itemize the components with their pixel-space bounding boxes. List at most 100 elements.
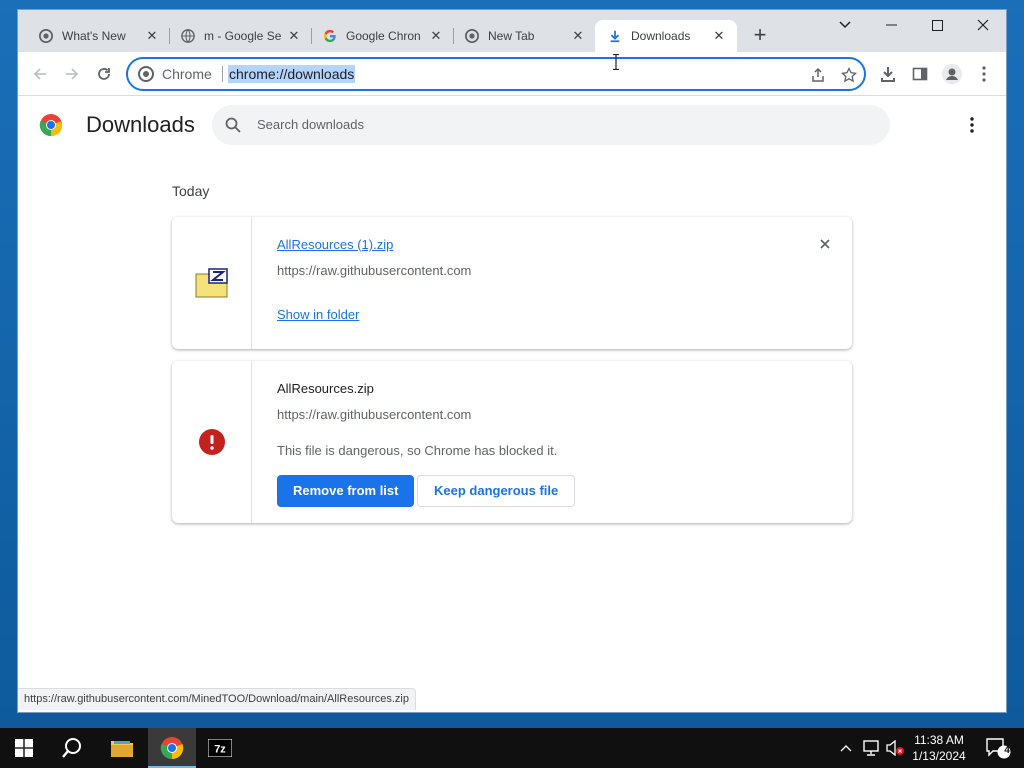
downloads-more-actions-button[interactable] — [962, 115, 982, 135]
close-icon — [820, 239, 830, 249]
download-icon — [607, 28, 623, 44]
system-clock[interactable]: 11:38 AM 1/13/2024 — [904, 732, 974, 764]
file-icon-column — [172, 361, 252, 523]
search-placeholder: Search downloads — [257, 117, 364, 132]
download-source-url: https://raw.githubusercontent.com — [277, 263, 472, 278]
tab-title: New Tab — [488, 29, 535, 43]
7zip-taskbar-button[interactable]: 7z — [196, 728, 244, 768]
link-status-bubble: https://raw.githubusercontent.com/MinedT… — [18, 688, 416, 710]
show-in-folder-link[interactable]: Show in folder — [277, 307, 359, 322]
share-icon — [812, 67, 824, 82]
search-icon — [225, 117, 241, 133]
profile-button[interactable] — [940, 62, 964, 86]
chrome-menu-button[interactable] — [972, 62, 996, 86]
close-tab-icon[interactable]: ✕ — [428, 28, 444, 44]
start-button[interactable] — [0, 728, 48, 768]
download-source-url: https://raw.githubusercontent.com — [277, 407, 472, 422]
minimize-button[interactable] — [868, 10, 914, 40]
forward-arrow-icon — [66, 68, 79, 80]
downloads-toolbar-button[interactable] — [876, 62, 900, 86]
danger-icon — [198, 429, 225, 455]
chevron-up-icon — [840, 745, 852, 752]
avatar-icon — [942, 64, 962, 84]
kebab-menu-icon — [982, 66, 986, 82]
chevron-down-icon — [839, 21, 851, 29]
file-explorer-button[interactable] — [98, 728, 146, 768]
chrome-window: What's New ✕ m - Google Se ✕ Google Chro… — [18, 10, 1006, 712]
chip-divider — [221, 66, 223, 82]
side-panel-button[interactable] — [908, 62, 932, 86]
maximize-button[interactable] — [914, 10, 960, 40]
tab-strip: What's New ✕ m - Google Se ✕ Google Chro… — [18, 10, 1006, 52]
remove-download-button[interactable] — [817, 236, 833, 252]
bookmark-star-button[interactable] — [839, 66, 859, 84]
tab-title: m - Google Se — [204, 29, 282, 43]
chrome-logo-icon — [39, 114, 63, 137]
svg-text:7z: 7z — [214, 744, 226, 756]
date-section-label: Today — [172, 183, 210, 199]
action-center-button[interactable]: 4 — [978, 728, 1018, 768]
file-explorer-icon — [111, 741, 133, 757]
close-tab-icon[interactable]: ✕ — [286, 28, 302, 44]
download-icon — [881, 67, 895, 82]
maximize-icon — [931, 19, 943, 31]
chrome-icon — [38, 28, 54, 44]
remove-from-list-button[interactable]: Remove from list — [277, 475, 415, 507]
share-button[interactable] — [808, 66, 828, 84]
download-item: AllResources (1).zip https://raw.githubu… — [172, 217, 852, 349]
network-tray-button[interactable] — [860, 728, 882, 768]
tab-title: What's New — [62, 29, 126, 43]
kebab-menu-icon — [970, 117, 974, 133]
side-panel-icon — [912, 67, 928, 81]
chrome-icon — [138, 66, 154, 82]
show-hidden-icons-button[interactable] — [836, 728, 856, 768]
download-item-dangerous: AllResources.zip https://raw.githubuserc… — [172, 361, 852, 523]
page-title: Downloads — [86, 112, 195, 137]
close-tab-icon[interactable]: ✕ — [570, 28, 586, 44]
search-icon — [62, 738, 81, 758]
tab-google-search[interactable]: m - Google Se ✕ — [168, 20, 312, 52]
zip-archive-icon — [195, 268, 228, 298]
download-filename: AllResources.zip — [277, 381, 374, 396]
new-tab-button[interactable]: + — [748, 24, 772, 48]
danger-warning-text: This file is dangerous, so Chrome has bl… — [277, 443, 558, 458]
url-text[interactable]: chrome://downloads — [228, 65, 356, 83]
clock-time: 11:38 AM — [914, 733, 964, 747]
keep-dangerous-file-button[interactable]: Keep dangerous file — [417, 475, 576, 507]
volume-tray-button[interactable] — [884, 728, 906, 768]
tab-title: Downloads — [631, 29, 691, 43]
volume-muted-icon — [886, 740, 904, 756]
forward-button[interactable] — [60, 62, 84, 86]
tab-search-button[interactable] — [822, 10, 868, 40]
close-tab-icon[interactable]: ✕ — [144, 28, 160, 44]
downloads-header: Downloads Search downloads — [18, 97, 1006, 153]
address-bar[interactable]: Chrome chrome://downloads — [126, 57, 866, 91]
close-window-button[interactable] — [960, 10, 1006, 40]
clock-date: 1/13/2024 — [912, 749, 966, 763]
tab-google-chrome[interactable]: Google Chron ✕ — [310, 20, 454, 52]
site-chip-label: Chrome — [162, 66, 212, 82]
back-arrow-icon — [33, 68, 46, 80]
reload-button[interactable] — [92, 62, 116, 86]
network-icon — [863, 740, 879, 756]
windows-start-icon — [15, 739, 33, 757]
search-downloads-input[interactable]: Search downloads — [212, 105, 890, 145]
back-button[interactable] — [28, 62, 52, 86]
minimize-icon — [885, 24, 897, 26]
tab-new-tab[interactable]: New Tab ✕ — [452, 20, 596, 52]
close-tab-icon[interactable]: ✕ — [711, 28, 727, 44]
reload-icon — [98, 68, 110, 80]
tab-downloads[interactable]: Downloads ✕ — [595, 20, 737, 52]
file-icon-column — [172, 217, 252, 349]
star-icon — [841, 67, 857, 83]
tab-title: Google Chron — [346, 29, 421, 43]
site-info-chip[interactable]: Chrome — [138, 66, 223, 82]
browser-toolbar: Chrome chrome://downloads — [18, 52, 1006, 96]
taskbar-search-button[interactable] — [48, 728, 96, 768]
globe-icon — [180, 28, 196, 44]
chrome-icon — [464, 28, 480, 44]
download-filename-link[interactable]: AllResources (1).zip — [277, 237, 393, 252]
close-icon — [977, 19, 989, 31]
chrome-taskbar-button[interactable] — [148, 728, 196, 768]
tab-whats-new[interactable]: What's New ✕ — [26, 20, 170, 52]
